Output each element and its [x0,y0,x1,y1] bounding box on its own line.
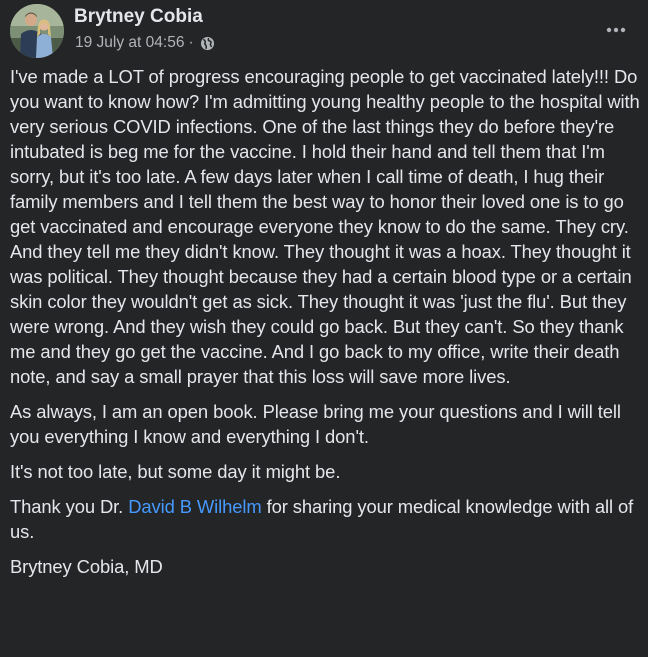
facebook-post: Brytney Cobia 19 July at 04:56 · I've ma… [0,0,648,657]
thanks-paragraph: Thank you Dr. David B Wilhelm for sharin… [10,494,644,544]
author-name[interactable]: Brytney Cobia [74,6,203,28]
post-paragraph: As always, I am an open book. Please bri… [10,401,621,447]
more-options-button[interactable] [598,12,634,48]
meta-separator: · [188,34,194,51]
thanks-text-before: Thank you Dr. [10,496,129,517]
mention-link[interactable]: David B Wilhelm [128,496,262,517]
avatar-photo-icon [10,4,64,58]
post-timestamp[interactable]: 19 July at 04:56 [75,34,184,52]
more-options-icon [606,27,626,33]
post-meta: 19 July at 04:56 · [75,34,215,52]
signature: Brytney Cobia, MD [10,556,163,577]
post-body: I've made a LOT of progress encouraging … [10,64,644,589]
post-header: Brytney Cobia 19 July at 04:56 · [10,4,638,60]
author-avatar[interactable] [10,4,64,58]
post-paragraph: It's not too late, but some day it might… [10,461,341,482]
post-paragraph: I've made a LOT of progress encouraging … [10,66,640,387]
globe-icon[interactable] [200,36,215,51]
